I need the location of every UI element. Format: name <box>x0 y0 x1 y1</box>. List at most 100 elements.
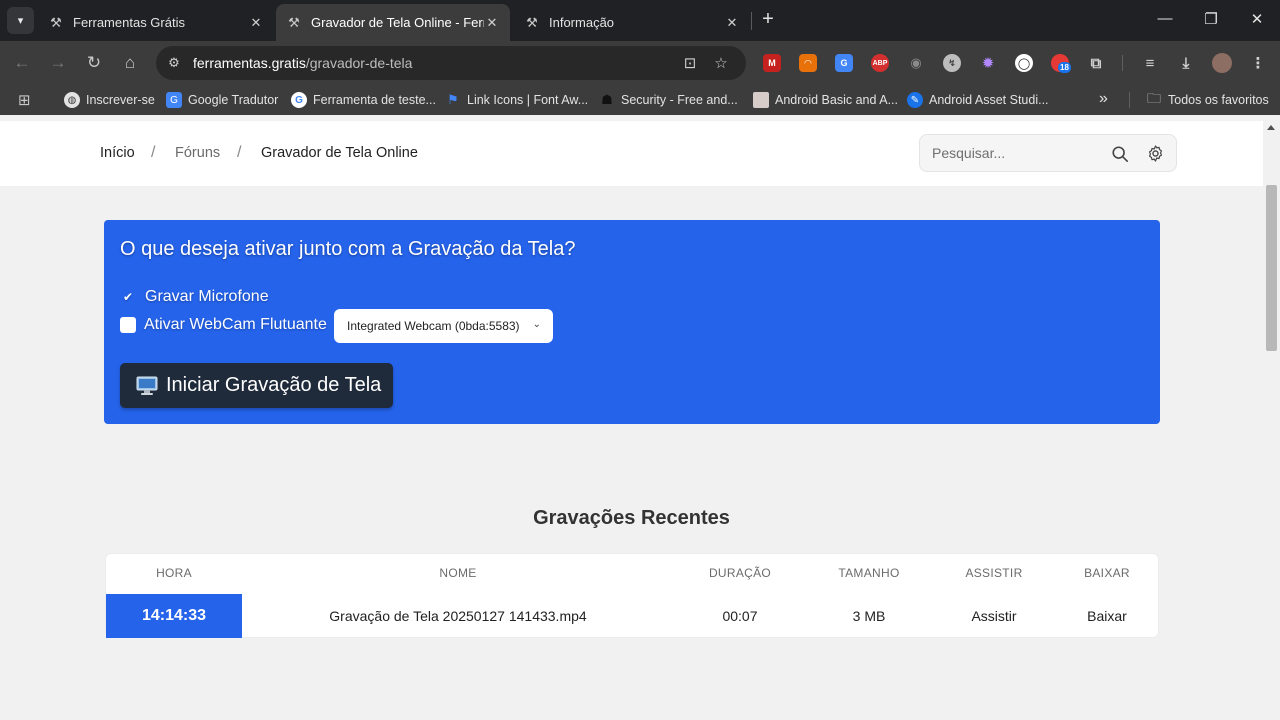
flag-icon: ⚑ <box>447 92 459 107</box>
scroll-up-arrow-icon[interactable] <box>1267 125 1275 130</box>
webcam-checkbox[interactable] <box>120 317 136 333</box>
bookmarks-divider <box>1129 92 1130 108</box>
download-icon[interactable]: ⤓ <box>1177 54 1195 72</box>
breadcrumb-separator: / <box>151 144 156 161</box>
start-recording-button[interactable]: Iniciar Gravação de Tela <box>120 363 393 408</box>
eye-extension-icon[interactable]: ◉ <box>907 54 925 72</box>
globe-icon: ◍ <box>64 92 80 108</box>
install-app-icon[interactable]: ⊡ <box>681 54 699 72</box>
site-settings-icon[interactable]: ⚙ <box>166 55 182 71</box>
circle-extension-icon[interactable]: ◯ <box>1015 54 1033 72</box>
minimize-icon[interactable]: — <box>1155 10 1175 27</box>
translate-extension-icon[interactable]: G <box>835 54 853 72</box>
extensions-puzzle-icon[interactable]: ⧉ <box>1087 54 1105 72</box>
back-arrow-icon[interactable]: ← <box>12 53 32 73</box>
bookmark-label: Ferramenta de teste... <box>313 93 436 107</box>
address-bar[interactable]: ⚙ ferramentas.gratis/gravador-de-tela ⊡ … <box>156 46 746 80</box>
home-icon[interactable]: ⌂ <box>120 53 140 73</box>
folder-icon: 🗀 <box>1147 90 1161 106</box>
new-tab-button[interactable]: + <box>758 9 778 29</box>
url-text[interactable]: ferramentas.gratis/gravador-de-tela <box>193 55 412 71</box>
bookmark-star-icon[interactable]: ☆ <box>712 54 730 72</box>
bookmark-label: Google Tradutor <box>188 93 279 107</box>
restore-icon[interactable]: ❐ <box>1201 10 1221 28</box>
url-host: ferramentas.gratis <box>193 55 306 71</box>
tab-close-icon[interactable]: ✕ <box>484 15 500 31</box>
webcam-selected-value: Integrated Webcam (0bda:5583) <box>347 319 520 333</box>
tab-close-icon[interactable]: ✕ <box>248 15 264 31</box>
bookmark-label: Android Asset Studi... <box>929 93 1049 107</box>
page-viewport: Início / Fóruns / Gravador de Tela Onlin… <box>0 121 1263 720</box>
android-icon: ☗ <box>601 92 613 107</box>
reload-icon[interactable]: ↻ <box>84 53 104 73</box>
gear-icon[interactable] <box>1146 144 1165 163</box>
download-link[interactable]: Baixar <box>1047 608 1167 624</box>
breadcrumb-current: Gravador de Tela Online <box>261 145 418 161</box>
bookmark-item[interactable]: ◍ Inscrever-se <box>64 92 155 108</box>
breadcrumb-forums[interactable]: Fóruns <box>175 145 220 161</box>
apps-grid-icon[interactable]: ⊞ <box>18 91 31 109</box>
bookmark-item[interactable]: ✎ Android Asset Studi... <box>907 92 1049 108</box>
tab-title: Gravador de Tela Online - Ferramentas Gr… <box>311 15 484 30</box>
tab-ferramentas-gratis[interactable]: ⚒ Ferramentas Grátis ✕ <box>38 4 274 41</box>
checkmark-icon[interactable]: ✔ <box>120 290 136 304</box>
calendar-extension-icon[interactable]: 18 <box>1051 54 1071 73</box>
bookmark-item[interactable]: Android Basic and A... <box>753 92 898 108</box>
tab-close-icon[interactable]: ✕ <box>724 15 740 31</box>
gmail-extension-icon[interactable]: M <box>763 54 781 72</box>
bookmark-label: Inscrever-se <box>86 93 155 107</box>
bookmark-item[interactable]: ☗ Security - Free and... <box>599 92 738 108</box>
option-floating-webcam[interactable]: Ativar WebCam Flutuante <box>120 316 327 334</box>
panel-title: O que deseja ativar junto com a Gravação… <box>120 238 576 260</box>
forward-arrow-icon[interactable]: → <box>48 53 68 73</box>
close-window-icon[interactable]: ✕ <box>1247 10 1267 28</box>
bolt-extension-icon[interactable]: ↯ <box>943 54 961 72</box>
translate-icon: G <box>166 92 182 108</box>
media-playlist-icon[interactable]: ≡ <box>1141 54 1159 72</box>
bookmarks-bar: ⊞ ◍ Inscrever-se G Google Tradutor G Fer… <box>0 85 1280 115</box>
page-thumbnail-icon <box>753 92 769 108</box>
option-record-microphone[interactable]: ✔ Gravar Microfone <box>120 288 269 306</box>
bookmarks-overflow-icon[interactable]: » <box>1099 90 1108 108</box>
rss-extension-icon[interactable]: ◠ <box>799 54 817 72</box>
tab-search-chevron-icon[interactable]: ▾ <box>7 7 34 34</box>
bookmark-item[interactable]: G Google Tradutor <box>166 92 278 108</box>
recording-size: 3 MB <box>852 608 886 624</box>
webcam-select[interactable]: Integrated Webcam (0bda:5583) ⌄ <box>334 309 553 343</box>
breadcrumb-home[interactable]: Início <box>100 145 135 161</box>
watch-link[interactable]: Assistir <box>934 608 1054 624</box>
url-path: /gravador-de-tela <box>305 55 413 71</box>
search-icon[interactable] <box>1111 145 1129 163</box>
tab-title: Informação <box>549 15 615 30</box>
recording-duration: 00:07 <box>722 608 758 624</box>
tab-title: Ferramentas Grátis <box>73 15 185 30</box>
gear-extension-icon[interactable]: ✹ <box>979 54 997 72</box>
search-box <box>919 134 1177 172</box>
column-header-size: TAMANHO <box>838 566 900 580</box>
start-recording-label: Iniciar Gravação de Tela <box>166 374 382 396</box>
bookmark-item[interactable]: ⚑ Link Icons | Font Aw... <box>445 92 588 108</box>
profile-avatar[interactable] <box>1212 53 1232 73</box>
option-label: Ativar WebCam Flutuante <box>144 316 327 333</box>
bookmark-label: Android Basic and A... <box>775 93 898 107</box>
scrollbar-thumb[interactable] <box>1266 185 1277 351</box>
tab-gravador-de-tela[interactable]: ⚒ Gravador de Tela Online - Ferramentas … <box>276 4 510 41</box>
menu-dots-icon[interactable]: ⋮ <box>1249 54 1267 72</box>
column-header-time: HORA <box>156 566 192 580</box>
tools-icon: ⚒ <box>288 14 300 30</box>
adblock-plus-icon[interactable]: ABP <box>871 54 889 72</box>
recording-options-panel: O que deseja ativar junto com a Gravação… <box>104 220 1160 424</box>
search-input[interactable] <box>932 143 1102 163</box>
chevron-down-icon: ⌄ <box>532 319 541 330</box>
recording-name: Gravação de Tela 20250127 141433.mp4 <box>329 608 587 624</box>
column-header-duration: DURAÇÃO <box>708 566 772 580</box>
bookmark-item[interactable]: G Ferramenta de teste... <box>291 92 436 108</box>
recent-recordings-heading: Gravações Recentes <box>533 507 730 529</box>
tab-informacao[interactable]: ⚒ Informação ✕ <box>514 4 750 41</box>
recording-time-cell: 14:14:33 <box>106 594 242 638</box>
page-scrollbar[interactable] <box>1263 121 1280 720</box>
all-bookmarks-folder[interactable]: 🗀 Todos os favoritos <box>1146 90 1269 108</box>
browser-toolbar: ← → ↻ ⌂ ⚙ ferramentas.gratis/gravador-de… <box>0 41 1280 85</box>
site-header: Início / Fóruns / Gravador de Tela Onlin… <box>0 121 1263 186</box>
column-header-watch: ASSISTIR <box>965 566 1023 580</box>
